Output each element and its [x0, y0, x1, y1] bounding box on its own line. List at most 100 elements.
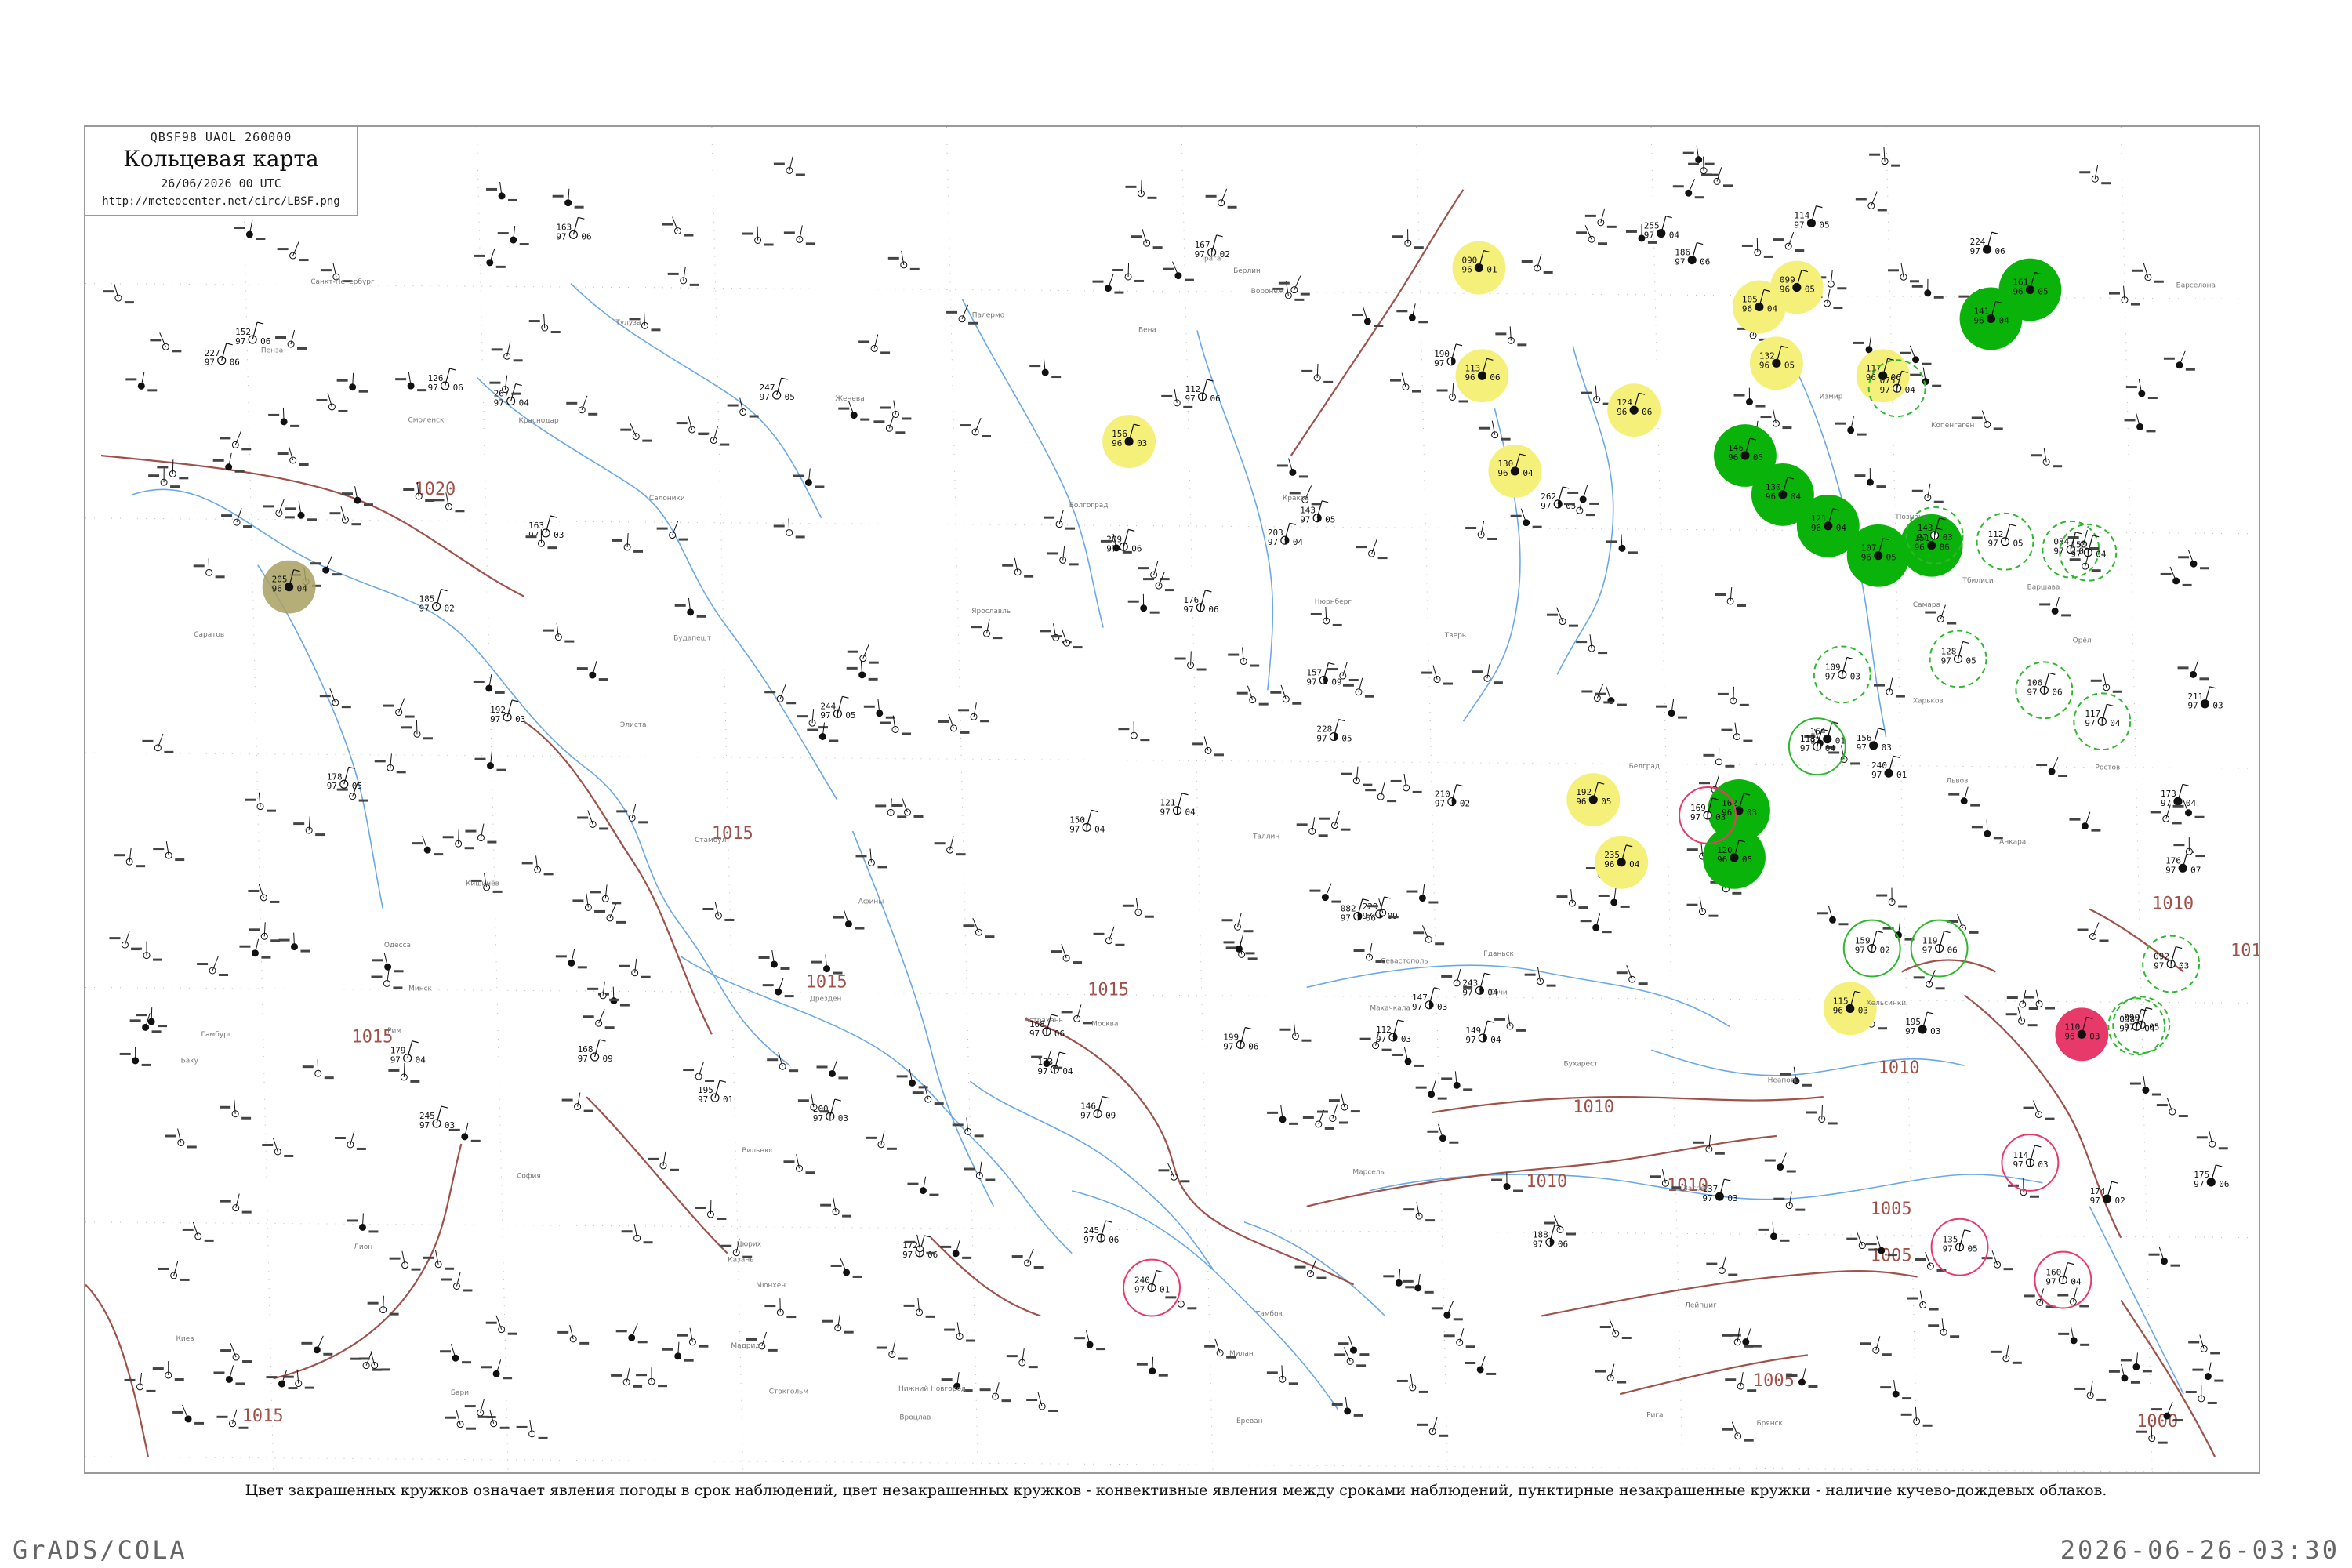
station-value-mark: [1342, 684, 1354, 687]
station-value-mark: [213, 1371, 225, 1374]
wind-barb-feather: [719, 1080, 727, 1083]
station-value-mark: [249, 928, 260, 931]
station-value-mark: [1114, 291, 1124, 294]
station-pressure: 03: [2089, 1031, 2100, 1041]
station-value-mark: [1625, 230, 1637, 233]
station-value-mark: [793, 474, 804, 477]
station-value-mark: [1682, 151, 1694, 154]
station-dot: [228, 1420, 236, 1428]
station-dew: 97: [1300, 515, 1310, 525]
station-value-mark: [1598, 894, 1610, 897]
station-dew: 97: [1223, 1041, 1233, 1051]
place-label: Ярославль: [971, 608, 1011, 615]
station-value-mark: [1250, 664, 1260, 667]
station-pressure: 05: [1805, 285, 1815, 295]
station-dot: [401, 1261, 409, 1269]
station-value-mark: [220, 1105, 231, 1109]
place-label: Львов: [1946, 777, 1968, 785]
station-value-mark: [1933, 296, 1944, 299]
station-value-mark: [1598, 242, 1608, 245]
station-value-mark: [1598, 652, 1608, 655]
station-plot: 22497 06: [1970, 231, 2005, 256]
station-value-mark: [1802, 1083, 1812, 1087]
station-value-mark: [2080, 1343, 2090, 1346]
station-value-mark: [1971, 826, 1983, 829]
station-value-mark: [1933, 500, 1944, 503]
station-value-mark: [1174, 657, 1186, 660]
station-dot: [2082, 562, 2089, 570]
station-pressure: 04: [1836, 523, 1847, 533]
station-pressure: 05: [1753, 452, 1763, 463]
station-value-mark: [1183, 405, 1193, 408]
station-dot: [1829, 916, 1836, 924]
wind-barb-feather: [781, 377, 788, 380]
place-label: Загреб: [1683, 1185, 1709, 1193]
station-value-mark: [795, 173, 805, 176]
station-value-mark: [2023, 1106, 2034, 1109]
station-value-mark: [2185, 368, 2195, 371]
station-value-mark: [474, 757, 486, 760]
station-value-mark: [564, 640, 575, 643]
station-value-mark: [1149, 611, 1160, 614]
station-wind: [1446, 1301, 1454, 1316]
station-value-mark: [638, 821, 648, 824]
station-value-mark: [277, 248, 289, 251]
station-dew: 96: [1497, 468, 1508, 478]
station-pressure: 04: [2144, 1023, 2155, 1033]
station-value-mark: [1294, 1265, 1306, 1269]
ring-station: 11297 05: [1976, 512, 2034, 571]
station-value-mark: [587, 987, 599, 990]
station-dew: 97: [1880, 385, 1890, 395]
station-value-mark: [267, 809, 276, 812]
station-dew: 97: [1825, 671, 1835, 681]
station-value-mark: [1751, 1345, 1762, 1348]
station-value-mark: [2154, 280, 2164, 283]
station-value-mark: [1585, 514, 1595, 517]
station-value-mark: [1902, 1397, 1912, 1400]
station-dew: 97: [1412, 1002, 1422, 1012]
station-dot: [1289, 468, 1297, 476]
station-value-mark: [1620, 905, 1630, 908]
station-value-mark: [946, 310, 958, 314]
station-dot: [843, 1269, 851, 1276]
station-value-mark: [1915, 1258, 1926, 1261]
station-pressure: 04: [2071, 1277, 2082, 1287]
station-value-mark: [164, 750, 174, 753]
station-value-mark: [1383, 1275, 1395, 1278]
wind-barb-feather: [449, 368, 456, 371]
station-dew: 97: [1690, 812, 1700, 822]
station-value-mark: [960, 424, 971, 427]
station-dew: 97: [2090, 1196, 2100, 1206]
wind-barb-feather: [1216, 234, 1223, 238]
station-value-mark: [1704, 162, 1715, 165]
wind-barb-feather: [1816, 205, 1823, 209]
station-value-mark: [1517, 343, 1527, 347]
station-value-mark: [1165, 1296, 1177, 1299]
station-dew: 97: [698, 1094, 708, 1105]
station-pressure: 05: [1966, 655, 1976, 666]
station-value-mark: [2178, 556, 2190, 559]
station-dot: [971, 428, 979, 436]
station-pressure: 04: [2096, 550, 2107, 560]
station-value-mark: [278, 938, 290, 942]
station-value-mark: [1028, 1366, 1038, 1369]
station-dew: 97: [1794, 220, 1804, 230]
station-wind: [212, 956, 219, 971]
station-value-mark: [1521, 260, 1533, 263]
wind-barb-feather: [1102, 1096, 1109, 1099]
station-pressure: 06: [1558, 1239, 1568, 1249]
station-pressure: 04: [1998, 315, 2009, 325]
place-label: Тверь: [1444, 632, 1466, 640]
station-dew: 96: [272, 584, 282, 594]
station-dew: 97: [1857, 742, 1867, 753]
station-value-mark: [2148, 1253, 2160, 1256]
station-pressure: 06: [260, 336, 270, 347]
station-value-mark: [1947, 622, 1957, 625]
station-value-mark: [170, 485, 180, 488]
place-label: Нижний Новгород: [898, 1385, 966, 1393]
station-value-mark: [2079, 171, 2091, 174]
station-value-mark: [1693, 1141, 1704, 1144]
station-value-mark: [903, 1304, 915, 1307]
station-value-mark: [1390, 379, 1402, 382]
wind-barb-feather: [1362, 898, 1369, 902]
